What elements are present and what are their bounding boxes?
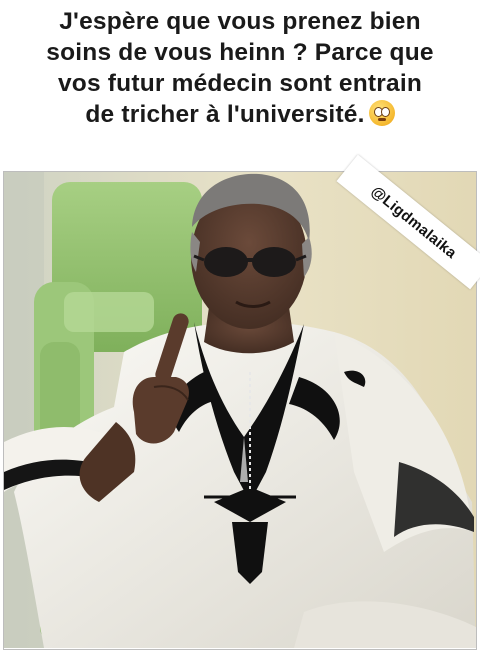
rolling-eyes-emoji-icon (368, 100, 395, 126)
caption-line-3: vos futur médecin sont entrain (57, 70, 423, 97)
caption-line-4: de tricher à l'université. (85, 101, 365, 128)
meme-caption: J'espère que vous prenez bien soins de v… (0, 6, 480, 130)
caption-line-4-wrap: de tricher à l'université. (0, 99, 480, 130)
caption-line-1: J'espère que vous prenez bien (59, 8, 421, 35)
meme-photo (4, 172, 476, 648)
caption-line-2: soins de vous heinn ? Parce que (46, 39, 434, 66)
photo-illustration (4, 172, 476, 648)
